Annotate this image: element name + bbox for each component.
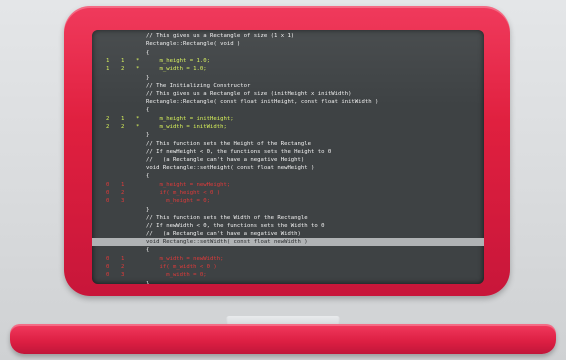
code-text: } [146,281,150,284]
code-line: } [92,280,484,284]
code-line: 0 2 if( m_height < 0 ) [92,189,484,197]
line-hit-count: 1 [121,58,125,64]
code-text: // This function sets the Height of the … [146,141,312,147]
code-text: { [146,247,150,253]
line-hit-count: 2 [106,124,110,130]
code-coverage-screen: // This gives us a Rectangle of size (1 … [92,30,484,284]
code-text: Rectangle::Rectangle( void ) [146,41,241,47]
code-line: 1 1 * m_height = 1.0; [92,57,484,65]
line-hit-count: 1 [106,66,110,72]
code-line: } [92,74,484,82]
line-hit-count: 2 [121,190,125,196]
code-text: void Rectangle::setWidth( const float ne… [146,239,308,245]
code-line: { [92,106,484,114]
code-text: // The Initializing Constructor [146,83,251,89]
code-text: // If newWidth < 0, the functions sets t… [146,223,325,229]
code-line: void Rectangle::setWidth( const float ne… [92,238,484,246]
code-text: m_width = 1.0; [146,66,207,72]
code-text: // This gives us a Rectangle of size (in… [146,91,352,97]
code-line: 0 1 m_height = newHeight; [92,181,484,189]
code-text: } [146,75,150,81]
code-text: { [146,50,150,56]
line-hit-count: 0 [106,198,110,204]
line-hit-count: 0 [106,182,110,188]
code-text: void Rectangle::setHeight( const float n… [146,165,315,171]
line-hit-count: 3 [121,198,125,204]
line-hit-count: * [136,58,140,64]
code-line: } [92,131,484,139]
code-line: // The Initializing Constructor [92,82,484,90]
code-text: m_width = initWidth; [146,124,227,130]
line-hit-count: 3 [121,272,125,278]
code-line: 1 2 * m_width = 1.0; [92,65,484,73]
code-line: { [92,172,484,180]
line-hit-count: 0 [106,256,110,262]
code-text: { [146,107,150,113]
code-line: void Rectangle::setHeight( const float n… [92,164,484,172]
code-text: if( m_height < 0 ) [146,190,221,196]
code-line: // If newWidth < 0, the functions sets t… [92,222,484,230]
code-line: 2 2 * m_width = initWidth; [92,123,484,131]
code-line: 0 3 m_width = 0; [92,271,484,279]
code-text: m_height = 1.0; [146,58,210,64]
code-text: // This function sets the Width of the R… [146,215,308,221]
code-line: // This function sets the Height of the … [92,140,484,148]
code-line: // (a Rectangle can't have a negative He… [92,156,484,164]
code-text: // (a Rectangle can't have a negative Wi… [146,231,301,237]
code-text: if( m_width < 0 ) [146,264,217,270]
code-text: m_height = 0; [146,198,210,204]
code-text: m_width = 0; [146,272,207,278]
code-line: } [92,206,484,214]
line-hit-count: * [136,66,140,72]
code-text: // (a Rectangle can't have a negative He… [146,157,305,163]
code-line: // This gives us a Rectangle of size (in… [92,90,484,98]
line-hit-count: 1 [106,58,110,64]
code-line: 2 1 * m_height = initHeight; [92,115,484,123]
code-line: Rectangle::Rectangle( void ) [92,40,484,48]
code-text: { [146,173,150,179]
code-text: // If newHeight < 0, the functions sets … [146,149,332,155]
code-line: // (a Rectangle can't have a negative Wi… [92,230,484,238]
code-text: Rectangle::Rectangle( const float initHe… [146,99,379,105]
line-hit-count: 1 [121,182,125,188]
line-hit-count: 2 [121,124,125,130]
code-line: // This function sets the Width of the R… [92,214,484,222]
code-line: // If newHeight < 0, the functions sets … [92,148,484,156]
line-hit-count: 0 [106,190,110,196]
line-hit-count: 0 [106,272,110,278]
code-line: 0 3 m_height = 0; [92,197,484,205]
line-hit-count: 2 [121,66,125,72]
line-hit-count: * [136,116,140,122]
code-line: 0 1 m_width = newWidth; [92,255,484,263]
line-hit-count: 1 [121,256,125,262]
line-hit-count: 2 [121,264,125,270]
line-hit-count: 2 [106,116,110,122]
code-text: // This gives us a Rectangle of size (1 … [146,33,295,39]
code-line: { [92,246,484,254]
code-text: } [146,132,150,138]
code-text: m_height = newHeight; [146,182,231,188]
laptop-base [10,324,556,354]
line-hit-count: 0 [106,264,110,270]
line-hit-count: 1 [121,116,125,122]
code-text: m_width = newWidth; [146,256,224,262]
code-line: { [92,49,484,57]
line-hit-count: * [136,124,140,130]
code-line: 0 2 if( m_width < 0 ) [92,263,484,271]
code-text: } [146,207,150,213]
code-line: // This gives us a Rectangle of size (1 … [92,32,484,40]
code-line: Rectangle::Rectangle( const float initHe… [92,98,484,106]
code-text: m_height = initHeight; [146,116,234,122]
